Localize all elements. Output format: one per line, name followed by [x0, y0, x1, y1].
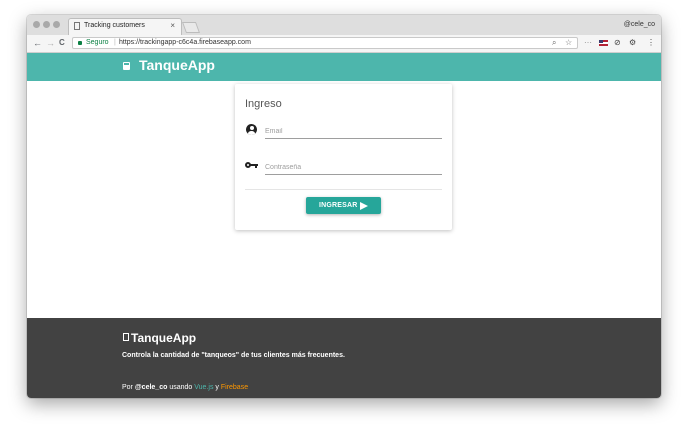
footer: TanqueApp Controla la cantidad de "tanqu…	[27, 318, 661, 398]
key-icon	[245, 162, 258, 168]
address-separator: |	[114, 39, 116, 46]
credits-and: y	[215, 384, 219, 391]
browser-toolbar: ← → C Seguro | https://trackingapp-c6c4a…	[27, 35, 661, 53]
credits-prefix: Por	[122, 384, 133, 391]
credits-using: usando	[169, 384, 193, 391]
star-icon[interactable]: ☆	[565, 38, 572, 47]
block-icon[interactable]: ⊘	[614, 38, 621, 48]
password-field[interactable]	[265, 160, 442, 175]
firebase-link[interactable]: Firebase	[221, 384, 248, 391]
lock-icon	[78, 41, 82, 45]
minimize-window-button[interactable]	[43, 21, 50, 28]
login-button[interactable]: INGRESAR	[306, 197, 381, 214]
address-bar[interactable]: Seguro | https://trackingapp-c6c4a.fireb…	[72, 37, 578, 49]
footer-tagline: Controla la cantidad de "tanqueos" de tu…	[122, 352, 345, 359]
card-divider	[245, 189, 442, 190]
browser-window: Tracking customers × @cele_co ← → C Segu…	[27, 15, 661, 398]
reload-icon[interactable]: C	[59, 38, 65, 48]
main-content: Ingreso INGRESAR	[27, 81, 661, 318]
tab-close-icon[interactable]: ×	[170, 21, 175, 30]
browser-tab[interactable]: Tracking customers ×	[68, 18, 182, 36]
extension-dots-icon[interactable]: ⋯	[584, 38, 592, 48]
login-card: Ingreso INGRESAR	[235, 84, 452, 230]
maximize-window-button[interactable]	[53, 21, 60, 28]
secure-label: Seguro	[86, 39, 109, 46]
account-circle-icon	[246, 124, 257, 135]
gear-icon[interactable]: ⚙	[629, 38, 636, 48]
back-icon[interactable]: ←	[33, 38, 42, 48]
send-icon	[360, 202, 368, 210]
menu-icon[interactable]: ⋮	[647, 38, 655, 48]
app-brand[interactable]: TanqueApp	[139, 57, 215, 73]
tab-title: Tracking customers	[84, 22, 145, 29]
new-tab-button[interactable]	[181, 22, 201, 33]
fuel-pump-icon	[123, 333, 129, 341]
title-bar: Tracking customers × @cele_co	[27, 15, 661, 36]
url-text[interactable]: https://trackingapp-c6c4a.firebaseapp.co…	[119, 39, 251, 46]
login-button-label: INGRESAR	[319, 202, 358, 209]
forward-icon[interactable]: →	[46, 38, 55, 48]
vuejs-link[interactable]: Vue.js	[194, 384, 213, 391]
footer-credits: Por @cele_co usando Vue.js y Firebase	[122, 384, 248, 391]
footer-brand: TanqueApp	[131, 331, 197, 345]
author-link[interactable]: @cele_co	[135, 384, 168, 391]
fuel-pump-icon	[123, 62, 130, 70]
profile-name[interactable]: @cele_co	[624, 21, 655, 28]
login-title: Ingreso	[245, 98, 282, 110]
close-window-button[interactable]	[33, 21, 40, 28]
app-header: TanqueApp	[27, 53, 661, 81]
page-icon	[74, 22, 80, 30]
zoom-icon[interactable]: ⌕	[552, 38, 556, 48]
email-field[interactable]	[265, 124, 442, 139]
flag-icon[interactable]	[599, 40, 608, 46]
